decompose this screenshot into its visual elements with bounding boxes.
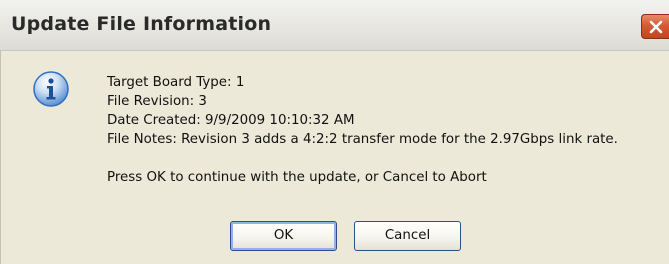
date-created-text: Date Created: 9/9/2009 10:10:32 AM: [107, 113, 355, 128]
prompt-text: Press OK to continue with the update, or…: [107, 170, 487, 185]
file-notes-text: File Notes: Revision 3 adds a 4:2:2 tran…: [107, 132, 618, 147]
close-button[interactable]: [641, 14, 669, 39]
dialog-title: Update File Information: [11, 13, 272, 35]
cancel-button[interactable]: Cancel: [354, 221, 461, 251]
title-bar[interactable]: Update File Information: [0, 0, 669, 51]
close-icon: [649, 20, 663, 34]
info-icon: [32, 70, 70, 108]
ok-button[interactable]: OK: [230, 221, 337, 251]
board-type-text: Target Board Type: 1: [107, 75, 245, 90]
file-revision-text: File Revision: 3: [107, 94, 207, 109]
